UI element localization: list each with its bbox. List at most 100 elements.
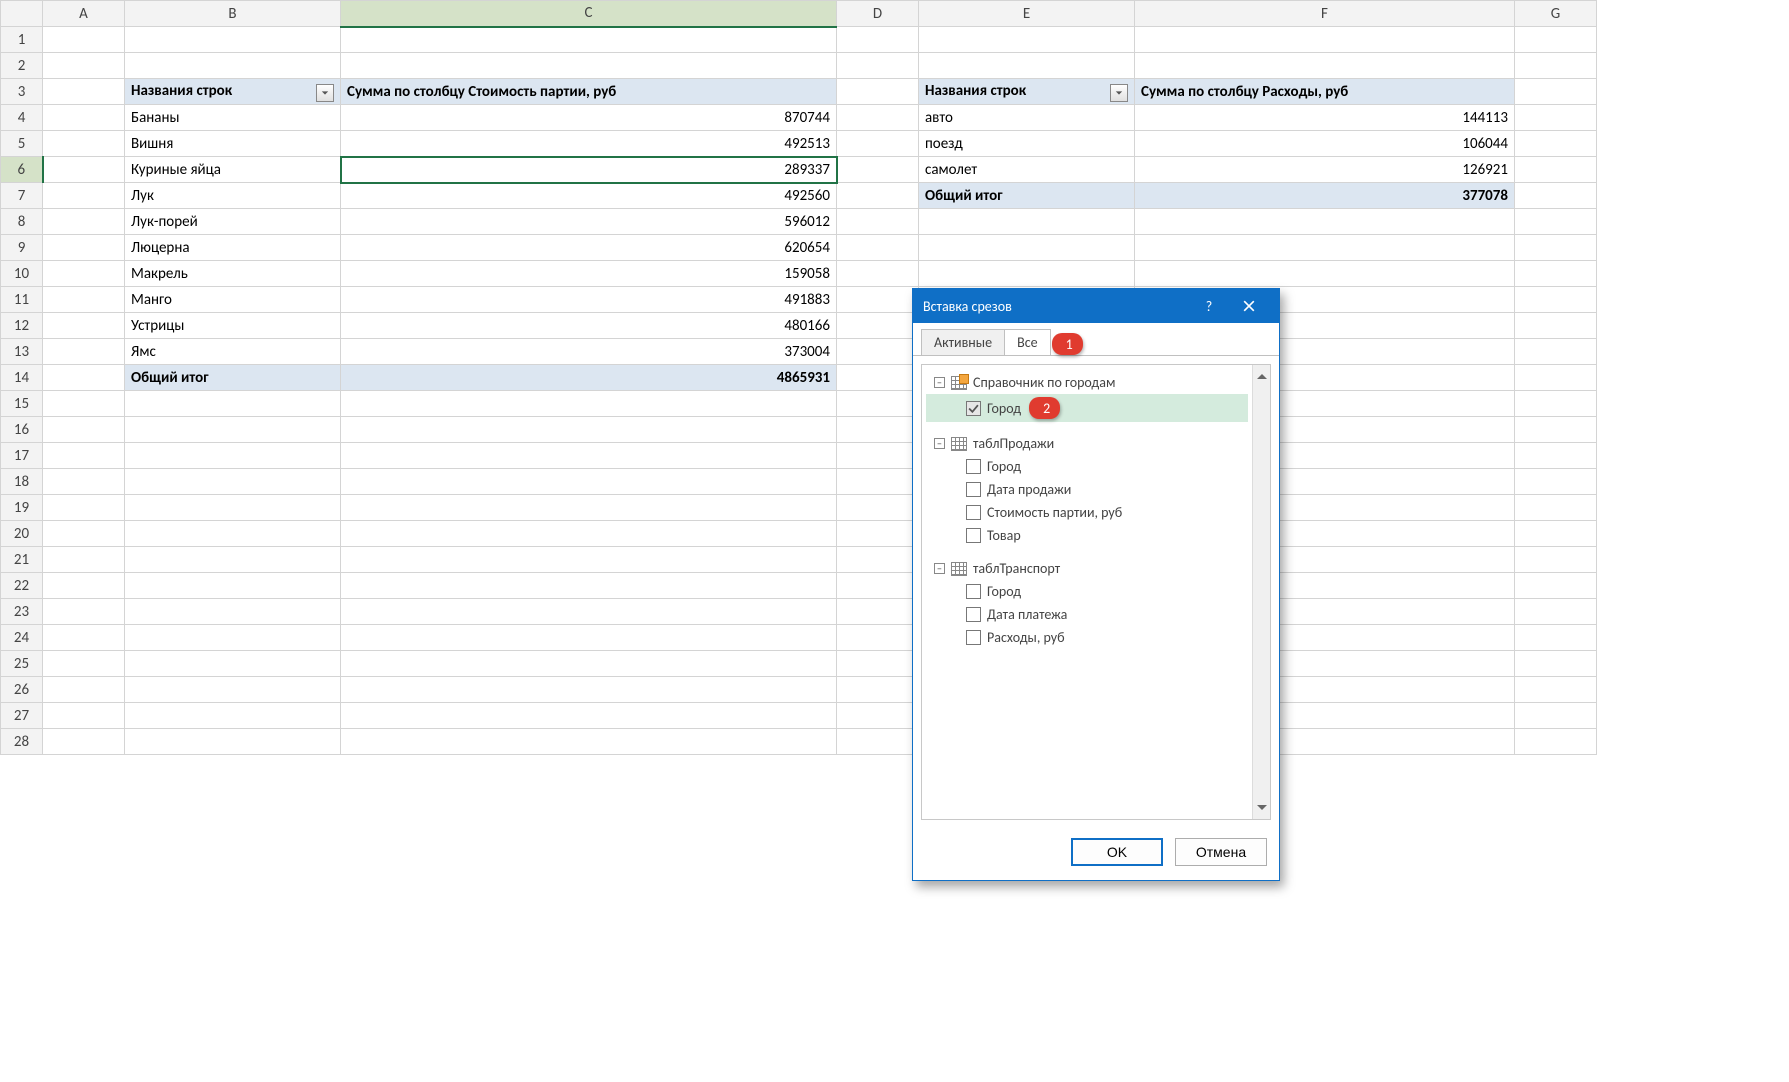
- cell-D27[interactable]: [837, 703, 919, 729]
- cell-B19[interactable]: [125, 495, 341, 521]
- help-button[interactable]: ?: [1189, 289, 1229, 323]
- cell-D23[interactable]: [837, 599, 919, 625]
- cell-A7[interactable]: [43, 183, 125, 209]
- cell-D18[interactable]: [837, 469, 919, 495]
- fields-tree[interactable]: −Справочник по городамГород2−таблПродажи…: [922, 365, 1252, 819]
- cell-A19[interactable]: [43, 495, 125, 521]
- cell-D17[interactable]: [837, 443, 919, 469]
- cell-G13[interactable]: [1515, 339, 1597, 365]
- cell-D9[interactable]: [837, 235, 919, 261]
- cell-B2[interactable]: [125, 53, 341, 79]
- field-checkbox[interactable]: [966, 584, 981, 599]
- cell-G1[interactable]: [1515, 27, 1597, 53]
- cell-F8[interactable]: [1135, 209, 1515, 235]
- cell-C23[interactable]: [341, 599, 837, 625]
- tree-field-node[interactable]: Стоимость партии, руб: [926, 501, 1248, 524]
- row-header-19[interactable]: 19: [1, 495, 43, 521]
- select-all-corner[interactable]: [1, 1, 43, 27]
- cell-C27[interactable]: [341, 703, 837, 729]
- cell-G22[interactable]: [1515, 573, 1597, 599]
- row-header-14[interactable]: 14: [1, 365, 43, 391]
- cell-C15[interactable]: [341, 391, 837, 417]
- cell-C19[interactable]: [341, 495, 837, 521]
- tree-field-node[interactable]: Город: [926, 455, 1248, 478]
- cell-A24[interactable]: [43, 625, 125, 651]
- cell-A23[interactable]: [43, 599, 125, 625]
- close-button[interactable]: [1229, 289, 1269, 323]
- row-header-5[interactable]: 5: [1, 131, 43, 157]
- col-header-C[interactable]: C: [341, 1, 837, 27]
- field-checkbox[interactable]: [966, 607, 981, 622]
- cell-D25[interactable]: [837, 651, 919, 677]
- cell-D21[interactable]: [837, 547, 919, 573]
- row-header-25[interactable]: 25: [1, 651, 43, 677]
- cell-C9[interactable]: 620654: [341, 235, 837, 261]
- cell-C4[interactable]: 870744: [341, 105, 837, 131]
- cell-B16[interactable]: [125, 417, 341, 443]
- row-header-27[interactable]: 27: [1, 703, 43, 729]
- cell-E7[interactable]: Общий итог: [919, 183, 1135, 209]
- expander-icon[interactable]: −: [934, 563, 945, 574]
- cell-A8[interactable]: [43, 209, 125, 235]
- cell-A22[interactable]: [43, 573, 125, 599]
- row-header-21[interactable]: 21: [1, 547, 43, 573]
- cell-G2[interactable]: [1515, 53, 1597, 79]
- ok-button[interactable]: OK: [1071, 838, 1163, 866]
- cell-B28[interactable]: [125, 729, 341, 755]
- col-header-D[interactable]: D: [837, 1, 919, 27]
- cell-C8[interactable]: 596012: [341, 209, 837, 235]
- cell-G11[interactable]: [1515, 287, 1597, 313]
- cell-A14[interactable]: [43, 365, 125, 391]
- cell-B14[interactable]: Общий итог: [125, 365, 341, 391]
- cell-E6[interactable]: самолет: [919, 157, 1135, 183]
- cell-B11[interactable]: Манго: [125, 287, 341, 313]
- cell-G12[interactable]: [1515, 313, 1597, 339]
- cell-G23[interactable]: [1515, 599, 1597, 625]
- cell-D7[interactable]: [837, 183, 919, 209]
- row-header-26[interactable]: 26: [1, 677, 43, 703]
- tab-active[interactable]: Активные: [921, 329, 1005, 355]
- cell-B1[interactable]: [125, 27, 341, 53]
- cell-E10[interactable]: [919, 261, 1135, 287]
- cell-A11[interactable]: [43, 287, 125, 313]
- cell-C21[interactable]: [341, 547, 837, 573]
- tree-table-node[interactable]: −Справочник по городам: [926, 371, 1248, 394]
- tab-all[interactable]: Все: [1004, 329, 1051, 355]
- cell-G26[interactable]: [1515, 677, 1597, 703]
- cell-D8[interactable]: [837, 209, 919, 235]
- cell-G14[interactable]: [1515, 365, 1597, 391]
- cell-A13[interactable]: [43, 339, 125, 365]
- row-header-9[interactable]: 9: [1, 235, 43, 261]
- cell-B7[interactable]: Лук: [125, 183, 341, 209]
- cell-G16[interactable]: [1515, 417, 1597, 443]
- row-header-16[interactable]: 16: [1, 417, 43, 443]
- row-header-8[interactable]: 8: [1, 209, 43, 235]
- cell-G28[interactable]: [1515, 729, 1597, 755]
- cell-C1[interactable]: [341, 27, 837, 53]
- cell-C11[interactable]: 491883: [341, 287, 837, 313]
- cell-G25[interactable]: [1515, 651, 1597, 677]
- tree-field-node[interactable]: Город: [926, 580, 1248, 603]
- cell-A21[interactable]: [43, 547, 125, 573]
- cell-C6[interactable]: 289337: [341, 157, 837, 183]
- cell-E4[interactable]: авто: [919, 105, 1135, 131]
- cell-B21[interactable]: [125, 547, 341, 573]
- row-header-7[interactable]: 7: [1, 183, 43, 209]
- cell-C25[interactable]: [341, 651, 837, 677]
- cell-G10[interactable]: [1515, 261, 1597, 287]
- cell-C24[interactable]: [341, 625, 837, 651]
- cell-D14[interactable]: [837, 365, 919, 391]
- cell-G19[interactable]: [1515, 495, 1597, 521]
- cell-E1[interactable]: [919, 27, 1135, 53]
- cell-A2[interactable]: [43, 53, 125, 79]
- cell-D1[interactable]: [837, 27, 919, 53]
- cell-G20[interactable]: [1515, 521, 1597, 547]
- cell-B8[interactable]: Лук-порей: [125, 209, 341, 235]
- row-header-13[interactable]: 13: [1, 339, 43, 365]
- expander-icon[interactable]: −: [934, 438, 945, 449]
- cell-D11[interactable]: [837, 287, 919, 313]
- cell-B17[interactable]: [125, 443, 341, 469]
- row-header-18[interactable]: 18: [1, 469, 43, 495]
- cell-D16[interactable]: [837, 417, 919, 443]
- tree-field-node[interactable]: Дата платежа: [926, 603, 1248, 626]
